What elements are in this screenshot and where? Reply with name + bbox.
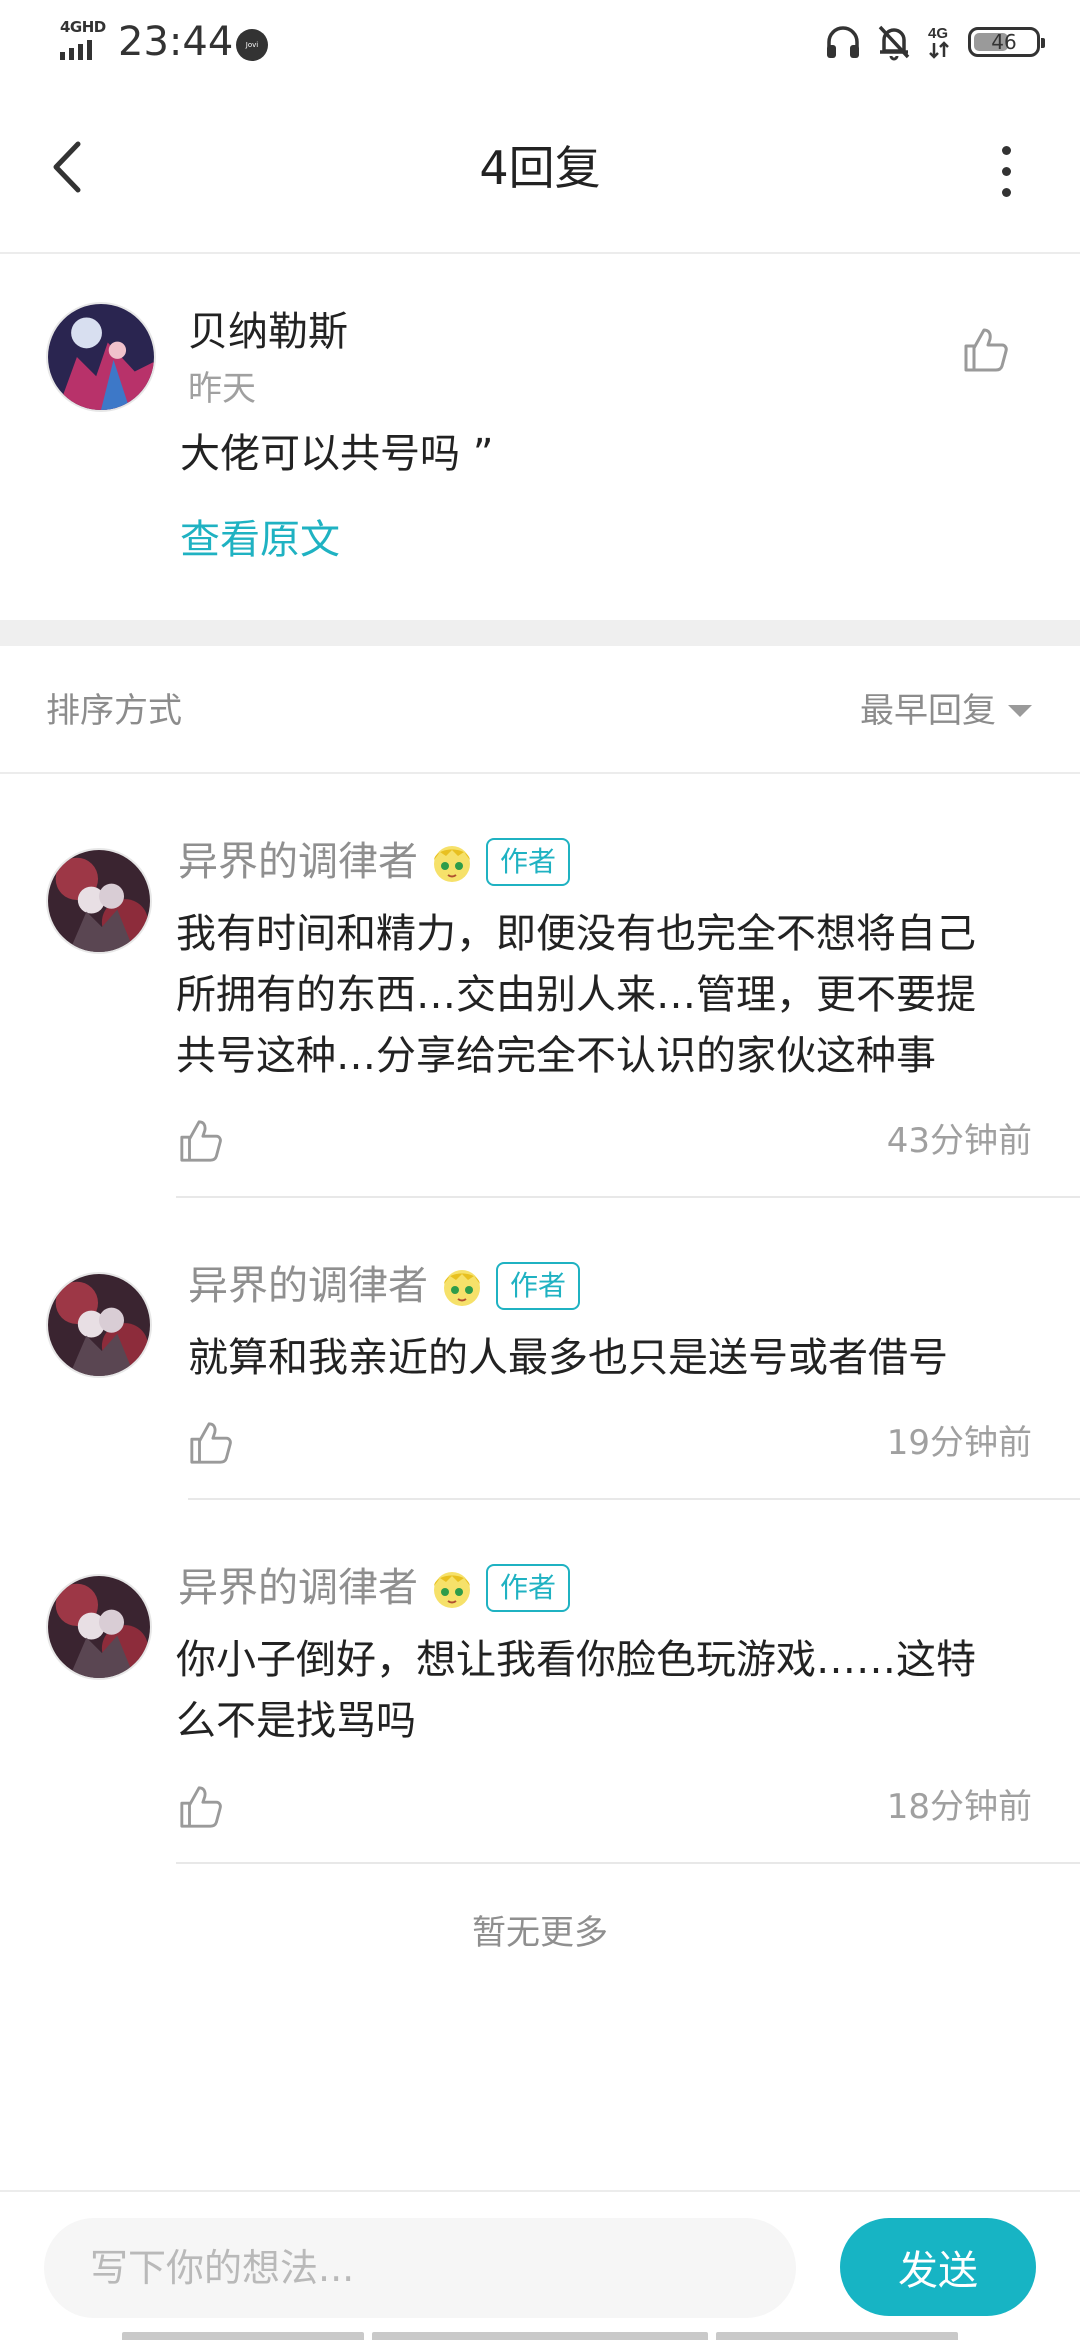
avatar[interactable] [46, 302, 156, 412]
status-time: 23:44 [118, 19, 234, 65]
comment-input[interactable] [44, 2218, 796, 2318]
avatar[interactable] [46, 1574, 152, 1680]
reply-text: 你小子倒好，想让我看你脸色玩游戏……这特 么不是找骂吗 [176, 1637, 976, 1744]
anime-emote-icon [434, 1572, 470, 1608]
reply-header: 异界的调律者 作者 [178, 1560, 571, 1616]
avatar-image [48, 1274, 150, 1376]
battery-level: 46 [991, 30, 1017, 54]
reply-text: 我有时间和精力，即便没有也完全不想将自己 所拥有的东西…交由别人来…管理，更不要… [176, 911, 976, 1079]
jovi-icon: Jovi [236, 29, 268, 61]
anime-emote-icon [434, 846, 470, 882]
reply-time: 18分钟前 [886, 1787, 1032, 1827]
nav-hint-bar [716, 2332, 958, 2340]
page-title: 4回复 [479, 141, 601, 195]
avatar-image [48, 850, 150, 952]
view-original-link[interactable]: 查看原文 [180, 512, 340, 568]
caret-down-icon [1008, 705, 1032, 717]
sort-dropdown[interactable]: 最早回复 [860, 688, 1032, 734]
sort-label: 排序方式 [46, 691, 182, 731]
no-more-text: 暂无更多 [472, 1913, 608, 1953]
reply-divider [176, 1862, 1080, 1864]
reply-text: 就算和我亲近的人最多也只是送号或者借号 [188, 1335, 948, 1381]
reply-item: 异界的调律者 作者 就算和我亲近的人最多也只是送号或者借号 19分钟前 [0, 1198, 1080, 1500]
bell-muted-icon [878, 25, 910, 61]
reply-header: 异界的调律者 作者 [188, 1258, 581, 1314]
reply-time: 43分钟前 [886, 1121, 1032, 1161]
thumbs-up-icon [180, 1786, 222, 1828]
author-name[interactable]: 异界的调律者 [178, 834, 418, 890]
like-button[interactable] [178, 1118, 224, 1164]
battery-icon: 46 [968, 27, 1045, 57]
send-button[interactable]: 发送 [840, 2218, 1036, 2316]
author-badge: 作者 [486, 838, 571, 886]
like-button[interactable] [188, 1420, 234, 1466]
reply-item: 异界的调律者 作者 你小子倒好，想让我看你脸色玩游戏……这特 么不是找骂吗 18… [0, 1500, 1080, 1864]
network-type: 4GHD [60, 18, 106, 36]
headphones-icon [827, 26, 859, 58]
nav-hint-bar [372, 2332, 708, 2340]
more-options-button[interactable] [996, 146, 1016, 197]
thumbs-up-icon [190, 1422, 232, 1464]
avatar-image [48, 1576, 150, 1678]
author-badge: 作者 [486, 1564, 571, 1612]
like-button[interactable] [962, 326, 1010, 374]
sort-selected: 最早回复 [860, 691, 996, 731]
avatar[interactable] [46, 848, 152, 954]
status-bar: 4GHD 23:44 Jovi 4G 46 [0, 0, 1080, 84]
nav-hint-bar [122, 2332, 364, 2340]
original-comment: 贝纳勒斯 昨天 大佬可以共号吗 ” 查看原文 [0, 256, 1080, 620]
author-name[interactable]: 贝纳勒斯 [188, 304, 348, 360]
author-name[interactable]: 异界的调律者 [188, 1258, 428, 1314]
comment-text: 大佬可以共号吗 ” [180, 431, 494, 477]
reply-time: 19分钟前 [886, 1423, 1032, 1463]
reply-item: 异界的调律者 作者 我有时间和精力，即便没有也完全不想将自己 所拥有的东西…交由… [0, 774, 1080, 1198]
svg-text:4G: 4G [928, 25, 948, 42]
mobile-data-icon: 4G [928, 25, 949, 59]
avatar[interactable] [46, 1272, 152, 1378]
anime-emote-icon [444, 1270, 480, 1306]
thumbs-up-icon [180, 1120, 222, 1162]
author-badge: 作者 [496, 1262, 581, 1310]
comment-composer: 发送 [0, 2190, 1080, 2340]
like-button[interactable] [178, 1784, 224, 1830]
section-divider [0, 620, 1080, 646]
author-name[interactable]: 异界的调律者 [178, 1560, 418, 1616]
reply-header: 异界的调律者 作者 [178, 834, 571, 890]
comment-time: 昨天 [188, 369, 256, 409]
more-vertical-icon [996, 146, 1016, 197]
sort-bar: 排序方式 最早回复 [0, 646, 1080, 774]
signal-icon: 4GHD [58, 18, 108, 60]
thumbs-up-icon [964, 328, 1008, 372]
app-header: 4回复 [0, 84, 1080, 254]
avatar-image [48, 304, 154, 410]
reply-detail-page: 4GHD 23:44 Jovi 4G 46 4回复 贝纳勒斯 昨天 大佬可以共号… [0, 0, 1080, 2340]
